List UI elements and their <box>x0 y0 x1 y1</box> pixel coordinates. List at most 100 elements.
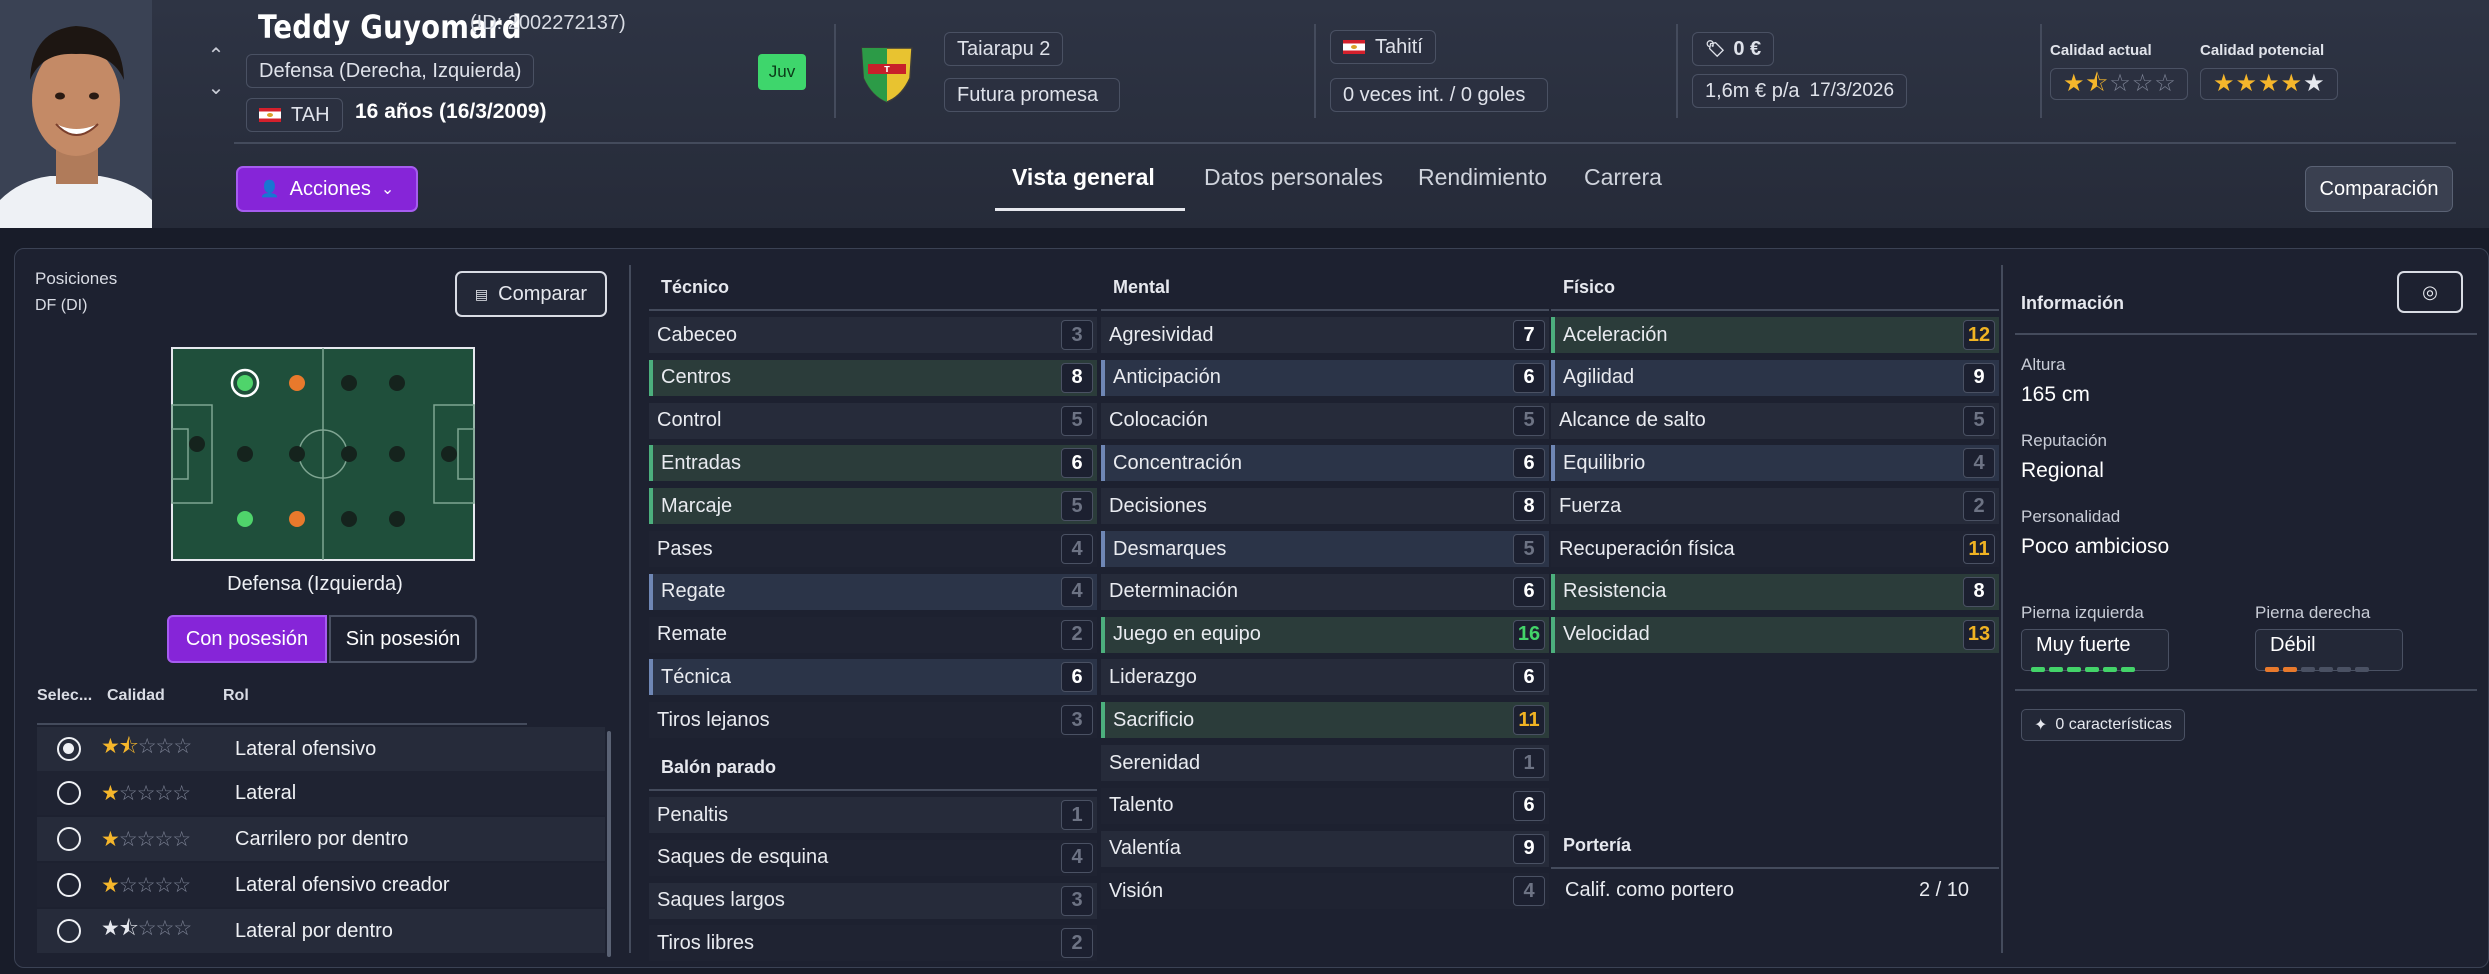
next-player-chevron-down-icon[interactable]: ⌄ <box>204 76 228 100</box>
attribute-row[interactable]: Alcance de salto 5 <box>1551 402 1999 439</box>
role-row[interactable]: ★☆☆☆☆ Lateral <box>37 771 605 815</box>
quality-column-header[interactable]: Calidad <box>107 687 165 705</box>
attribute-row[interactable]: Liderazgo 6 <box>1101 659 1549 696</box>
attribute-value: 2 <box>1963 491 1995 522</box>
attribute-value: 4 <box>1963 448 1995 479</box>
attribute-row[interactable]: Decisiones 8 <box>1101 488 1549 525</box>
player-age: 16 años (16/3/2009) <box>355 100 547 123</box>
caps-text: 0 veces int. / 0 goles <box>1343 83 1526 106</box>
role-radio[interactable] <box>57 919 81 943</box>
attribute-value: 6 <box>1061 662 1093 693</box>
role-radio[interactable] <box>57 873 81 897</box>
club-crest-icon[interactable]: T <box>852 38 922 106</box>
role-row[interactable]: ★⯪☆☆☆ Lateral ofensivo <box>37 727 605 771</box>
attribute-name: Valentía <box>1109 837 1181 860</box>
actions-button[interactable]: 👤 Acciones ⌄ <box>236 166 418 212</box>
attribute-name: Técnica <box>661 665 732 688</box>
attribute-name: Visión <box>1109 879 1164 902</box>
attribute-row[interactable]: Agilidad 9 <box>1551 359 1999 396</box>
role-radio[interactable] <box>57 827 81 851</box>
attribute-row[interactable]: Resistencia 8 <box>1551 573 1999 610</box>
positions-panel: Posiciones DF (DI) ▤ Comparar Defensa (I… <box>15 249 615 967</box>
role-row[interactable]: ★☆☆☆☆ Lateral ofensivo creador <box>37 863 605 907</box>
current-ability-label: Calidad actual <box>2050 42 2152 59</box>
tab-career[interactable]: Carrera <box>1584 164 1662 191</box>
attribute-row[interactable]: Serenidad 1 <box>1101 745 1549 781</box>
physical-panel: Físico Aceleración 12 Agilidad 9 Alcance de … <box>1551 249 1999 967</box>
traits-button[interactable]: ✦ 0 características <box>2021 709 2185 741</box>
technical-title: Técnico <box>661 277 730 297</box>
attribute-row[interactable]: Talento 6 <box>1101 787 1549 824</box>
attribute-row[interactable]: Fuerza 2 <box>1551 488 1999 525</box>
attribute-name: Aceleración <box>1563 323 1668 346</box>
strength-segment <box>2283 667 2297 672</box>
compare-button[interactable]: ▤ Comparar <box>455 271 607 317</box>
country-chip[interactable]: Tahití <box>1330 30 1436 64</box>
attribute-row[interactable]: Sacrificio 11 <box>1101 702 1549 739</box>
role-row[interactable]: ★⯪☆☆☆ Lateral por dentro <box>37 909 605 953</box>
role-column-header[interactable]: Rol <box>223 687 249 705</box>
attribute-row[interactable]: Velocidad 13 <box>1551 616 1999 653</box>
attribute-row[interactable]: Pases 4 <box>649 531 1097 567</box>
attribute-row[interactable]: Agresividad 7 <box>1101 317 1549 353</box>
comparison-button[interactable]: Comparación <box>2305 166 2453 212</box>
attribute-row[interactable]: Saques largos 3 <box>649 882 1097 919</box>
attribute-row[interactable]: Tiros lejanos 3 <box>649 702 1097 739</box>
attribute-row[interactable]: Centros 8 <box>649 359 1097 396</box>
mental-title: Mental <box>1113 277 1171 297</box>
prev-player-chevron-up-icon[interactable]: ⌃ <box>204 44 228 68</box>
role-radio[interactable] <box>57 781 81 805</box>
attribute-row[interactable]: Penaltis 1 <box>649 797 1097 833</box>
attribute-row[interactable]: Valentía 9 <box>1101 830 1549 867</box>
attribute-name: Juego en equipo <box>1113 623 1261 646</box>
strength-segment <box>2319 667 2333 672</box>
role-row[interactable]: ★☆☆☆☆ Carrilero por dentro <box>37 817 605 861</box>
player-profile-icon[interactable]: ◎ <box>2397 271 2463 313</box>
attribute-name: Remate <box>657 623 728 646</box>
attribute-row[interactable]: Control 5 <box>649 402 1097 439</box>
attribute-row[interactable]: Recuperación física 11 <box>1551 531 1999 567</box>
attribute-row[interactable]: Visión 4 <box>1101 873 1549 910</box>
attribute-row[interactable]: Cabeceo 3 <box>649 317 1097 353</box>
role-radio[interactable] <box>57 737 81 761</box>
roles-header-divider <box>37 723 527 725</box>
attribute-row[interactable]: Saques de esquina 4 <box>649 839 1097 876</box>
attribute-row[interactable]: Técnica 6 <box>649 659 1097 696</box>
attribute-row[interactable]: Anticipación 6 <box>1101 359 1549 396</box>
traits-label: 0 características <box>2055 716 2172 733</box>
attribute-row[interactable]: Concentración 6 <box>1101 445 1549 482</box>
attribute-row[interactable]: Remate 2 <box>649 616 1097 653</box>
pitch-diagram[interactable] <box>171 347 475 561</box>
attribute-value: 3 <box>1061 885 1093 916</box>
attribute-row[interactable]: Tiros libres 2 <box>649 925 1097 962</box>
strength-segment <box>2049 667 2063 672</box>
gk-rating-label: Calif. como portero <box>1565 879 1734 901</box>
tab-performance[interactable]: Rendimiento <box>1418 164 1547 191</box>
gk-rating-value: 2 / 10 <box>1919 879 1970 901</box>
tab-personal-data[interactable]: Datos personales <box>1204 164 1383 191</box>
attribute-name: Control <box>657 409 722 432</box>
divider <box>629 265 631 953</box>
without-possession-toggle[interactable]: Sin posesión <box>329 615 477 663</box>
attribute-name: Concentración <box>1113 451 1242 474</box>
attribute-name: Saques de esquina <box>657 846 829 869</box>
attribute-name: Fuerza <box>1559 494 1622 517</box>
roles-scrollbar[interactable] <box>607 731 611 957</box>
attribute-row[interactable]: Colocación 5 <box>1101 402 1549 439</box>
attribute-row[interactable]: Equilibrio 4 <box>1551 445 1999 482</box>
with-possession-toggle[interactable]: Con posesión <box>167 615 327 663</box>
youth-badge: Juv <box>758 54 806 90</box>
attribute-row[interactable]: Marcaje 5 <box>649 488 1097 525</box>
attribute-row[interactable]: Determinación 6 <box>1101 573 1549 610</box>
select-column-header[interactable]: Selec... <box>37 687 92 705</box>
attribute-name: Anticipación <box>1113 366 1221 389</box>
tab-overview[interactable]: Vista general <box>1012 164 1155 191</box>
divider <box>1676 24 1678 118</box>
attribute-row[interactable]: Desmarques 5 <box>1101 531 1549 567</box>
attribute-row[interactable]: Entradas 6 <box>649 445 1097 482</box>
attribute-value: 4 <box>1061 842 1093 873</box>
attribute-row[interactable]: Juego en equipo 16 <box>1101 616 1549 653</box>
attribute-row[interactable]: Regate 4 <box>649 573 1097 610</box>
attribute-row[interactable]: Aceleración 12 <box>1551 317 1999 353</box>
club-chip[interactable]: Taiarapu 2 <box>944 32 1064 66</box>
